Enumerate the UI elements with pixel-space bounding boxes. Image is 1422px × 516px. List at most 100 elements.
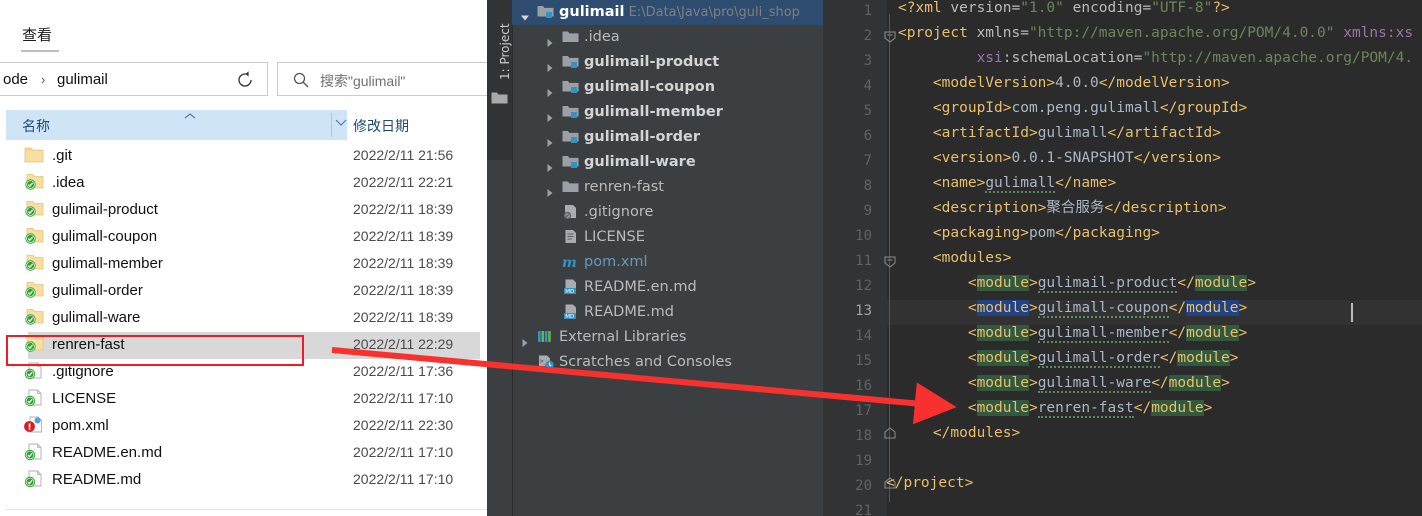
tree-node[interactable]: gulimall-coupon [512, 75, 823, 100]
column-header-date-modified[interactable]: 修改日期 [353, 116, 409, 136]
tree-node[interactable]: External Libraries [512, 325, 823, 350]
line-number: 16 [855, 378, 872, 394]
chevron-right-icon[interactable] [545, 33, 555, 47]
tree-node-label: gulimail-product [584, 54, 720, 70]
line-number: 6 [863, 128, 872, 144]
folder-icon [562, 179, 579, 196]
chevron-right-icon[interactable] [545, 183, 555, 197]
search-input[interactable]: 搜索"gulimail" [277, 62, 487, 96]
file-row[interactable]: LICENSE 2022/2/11 17:10 [6, 386, 487, 413]
tree-no-arrow [545, 308, 555, 318]
file-date-modified: 2022/2/11 22:29 [353, 336, 454, 352]
file-name: .idea [52, 174, 85, 191]
file-synced-icon [24, 470, 44, 490]
column-header-name[interactable]: 名称 [22, 116, 50, 136]
code-line-2: <project xmlns="http://maven.apache.org/… [898, 25, 1414, 41]
file-row[interactable]: pom.xml 2022/2/11 22:30 [6, 413, 487, 440]
file-list[interactable]: .git 2022/2/11 21:56 .idea 2022/2/11 22:21 g… [0, 143, 487, 516]
file-synced-icon [24, 389, 44, 409]
chevron-down-icon[interactable] [520, 8, 530, 21]
tree-node[interactable]: LICENSE [512, 225, 823, 250]
tree-node-label: gulimall-member [584, 104, 723, 120]
ribbon-tab-view[interactable]: 查看 [22, 28, 52, 44]
tree-no-arrow [545, 233, 555, 243]
chevron-right-icon[interactable] [545, 108, 555, 122]
line-number: 3 [863, 53, 872, 69]
explorer-scrollbar[interactable] [480, 143, 487, 516]
code-editor[interactable]: 1 2 3 4 5 6 7 8 9 10 11 12 13 14 15 16 17 18 19 20 21 <?xml … [823, 0, 1422, 516]
refresh-button[interactable] [222, 62, 268, 96]
chevron-right-icon[interactable] [545, 133, 555, 147]
chevron-right-icon[interactable] [520, 333, 530, 347]
maven-file-icon: m [562, 254, 579, 271]
line-number: 20 [855, 478, 872, 494]
tree-node-label: gulimall-order [584, 129, 700, 145]
file-date-modified: 2022/2/11 22:21 [353, 174, 454, 190]
tree-node[interactable]: gulimail E:\Data\Java\pro\guli_shop [512, 0, 823, 25]
file-list-column-header: 名称 修改日期 [6, 110, 487, 140]
breadcrumb-segment-current[interactable]: gulimail [57, 71, 108, 88]
file-name: LICENSE [52, 390, 117, 407]
tree-no-arrow [545, 283, 555, 293]
file-row[interactable]: .git 2022/2/11 21:56 [6, 143, 487, 170]
tree-node[interactable]: >_ Scratches and Consoles [512, 350, 823, 375]
tree-node[interactable]: .idea [512, 25, 823, 50]
file-row[interactable]: gulimall-ware 2022/2/11 18:39 [6, 305, 487, 332]
file-row[interactable]: README.md 2022/2/11 17:10 [6, 467, 487, 494]
file-date-modified: 2022/2/11 22:30 [353, 417, 454, 433]
project-tree[interactable]: gulimail E:\Data\Java\pro\guli_shop .idea… [512, 0, 823, 516]
column-divider[interactable] [331, 113, 332, 137]
libraries-icon [537, 329, 554, 346]
chevron-right-icon[interactable] [545, 58, 555, 72]
tree-node-label: gulimall-coupon [584, 79, 716, 95]
tree-node-label: .idea [584, 29, 620, 45]
line-number: 7 [863, 153, 872, 169]
tree-node[interactable]: gulimall-member [512, 100, 823, 125]
tree-node[interactable]: .gitignore [512, 200, 823, 225]
text-caret [1351, 303, 1353, 322]
file-name: gulimall-order [52, 282, 143, 299]
folder-synced-icon [24, 200, 44, 220]
module-folder-icon [562, 79, 579, 96]
folder-icon [24, 146, 44, 166]
file-date-modified: 2022/2/11 17:10 [353, 390, 454, 406]
file-row[interactable]: gulimall-coupon 2022/2/11 18:39 [6, 224, 487, 251]
tree-node[interactable]: m pom.xml [512, 250, 823, 275]
code-line-6: <artifactId>gulimall</artifactId> [898, 125, 1222, 141]
tree-node[interactable]: gulimall-order [512, 125, 823, 150]
tree-no-arrow [520, 358, 530, 368]
file-name: gulimall-coupon [52, 228, 158, 245]
module-folder-icon [562, 154, 579, 171]
explorer-bottom-divider [6, 509, 487, 510]
line-number: 11 [855, 253, 872, 269]
chevron-right-icon[interactable] [545, 158, 555, 172]
file-row[interactable]: gulimall-order 2022/2/11 18:39 [6, 278, 487, 305]
tree-node[interactable]: MD README.en.md [512, 275, 823, 300]
file-row[interactable]: gulimail-product 2022/2/11 18:39 [6, 197, 487, 224]
file-row[interactable]: README.en.md 2022/2/11 17:10 [6, 440, 487, 467]
chevron-right-icon[interactable] [545, 83, 555, 97]
tree-node-label: gulimall-ware [584, 154, 696, 170]
gitignore-file-icon [562, 204, 579, 221]
tree-node[interactable]: MD README.md [512, 300, 823, 325]
fold-marker-modules-open[interactable] [883, 254, 897, 268]
code-line-20: </project> [886, 475, 974, 491]
chevron-down-icon[interactable] [334, 117, 348, 130]
tree-node[interactable]: gulimall-ware [512, 150, 823, 175]
line-number: 9 [863, 203, 872, 219]
file-date-modified: 2022/2/11 17:10 [353, 444, 454, 460]
file-row[interactable]: .idea 2022/2/11 22:21 [6, 170, 487, 197]
file-name: README.md [52, 471, 142, 488]
line-number: 4 [863, 78, 872, 94]
breadcrumb-segment-parent[interactable]: ode [3, 71, 28, 88]
line-number-gutter: 1 2 3 4 5 6 7 8 9 10 11 12 13 14 15 16 17 18 19 20 21 [823, 0, 886, 516]
fold-marker-project[interactable] [883, 29, 897, 43]
ribbon-tab-underline [21, 50, 59, 52]
fold-marker-modules-close[interactable] [883, 425, 897, 439]
tree-node[interactable]: renren-fast [512, 175, 823, 200]
tree-node[interactable]: gulimail-product [512, 50, 823, 75]
svg-text:MD: MD [565, 289, 574, 294]
tree-node-label: gulimail E:\Data\Java\pro\guli_shop [559, 4, 800, 20]
tree-node-label: LICENSE [584, 229, 645, 245]
file-row[interactable]: gulimall-member 2022/2/11 18:39 [6, 251, 487, 278]
